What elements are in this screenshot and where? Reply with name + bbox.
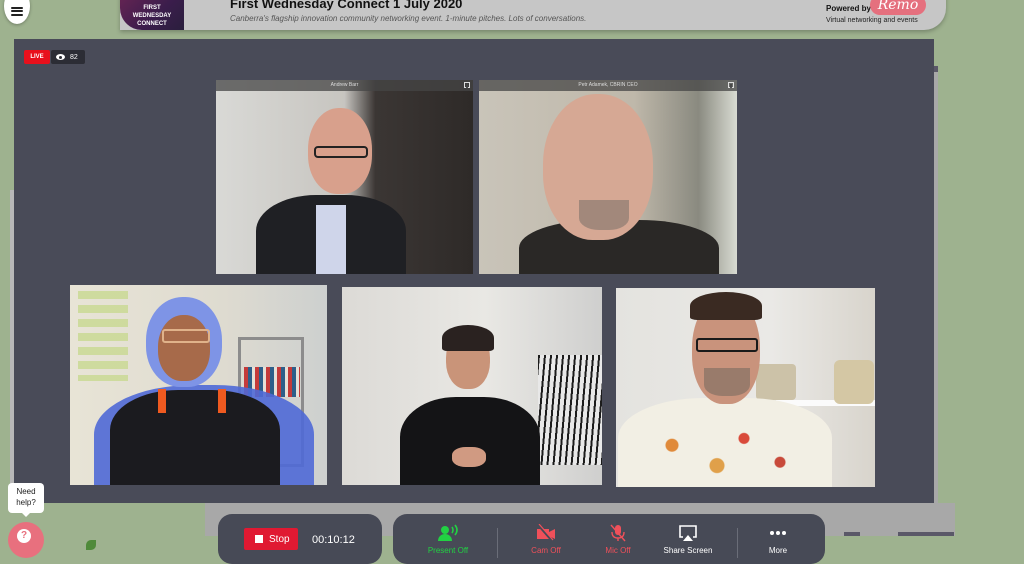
plant-decoration (86, 540, 96, 550)
video-feed (342, 287, 602, 485)
stage-notch (934, 66, 938, 72)
media-controls: Present Off Cam Off Mic Off Share Screen… (393, 514, 825, 564)
live-badge: LIVE (24, 50, 50, 64)
brand-tagline: Virtual networking and events (826, 17, 918, 24)
viewer-count: 82 (51, 50, 85, 64)
menu-button[interactable] (4, 0, 30, 24)
eye-icon (56, 54, 65, 60)
camera-toggle[interactable]: Cam Off (511, 524, 581, 555)
video-tile[interactable] (342, 287, 602, 485)
recording-controls: Stop 00:10:12 (218, 514, 382, 564)
camera-off-icon (511, 524, 581, 542)
mic-off-icon (583, 524, 653, 542)
video-feed (616, 288, 875, 487)
participant-name: Petr Adamek, CBRIN CEO (479, 80, 737, 91)
divider (497, 528, 498, 558)
hamburger-icon (11, 6, 23, 16)
video-tile[interactable]: Andrew Barr (216, 80, 473, 274)
viewer-count-value: 82 (70, 53, 78, 61)
event-banner: FIRST WEDNESDAY CONNECT First Wednesday … (120, 0, 946, 30)
more-icon (743, 524, 813, 542)
presentation-stage: LIVE 82 Andrew Barr Petr Adamek, CBRIN C… (14, 39, 934, 503)
fullscreen-icon[interactable] (464, 82, 470, 88)
share-screen-button[interactable]: Share Screen (653, 524, 723, 555)
more-button[interactable]: More (743, 524, 813, 555)
help-tooltip: Need help? (8, 483, 44, 517)
event-logo: FIRST WEDNESDAY CONNECT (120, 0, 184, 30)
video-tile[interactable] (616, 288, 875, 487)
remo-logo[interactable]: Remo (870, 0, 926, 15)
video-feed (70, 285, 327, 485)
stop-button[interactable]: Stop (244, 528, 298, 550)
presenter-icon (413, 524, 483, 542)
stage-edge-right (934, 67, 938, 507)
video-feed (216, 80, 473, 274)
help-button[interactable]: ? (8, 522, 44, 558)
video-feed (479, 80, 737, 274)
present-toggle[interactable]: Present Off (413, 524, 483, 555)
share-screen-icon (653, 524, 723, 542)
stop-icon (255, 535, 263, 543)
mic-toggle[interactable]: Mic Off (583, 524, 653, 555)
event-title: First Wednesday Connect 1 July 2020 (230, 0, 463, 11)
video-tile[interactable]: Petr Adamek, CBRIN CEO (479, 80, 737, 274)
fullscreen-icon[interactable] (728, 82, 734, 88)
elapsed-timer: 00:10:12 (312, 534, 355, 546)
ledge-mark (898, 532, 954, 536)
participant-name: Andrew Barr (216, 80, 473, 91)
question-icon: ? (17, 529, 31, 543)
event-subtitle: Canberra's flagship innovation community… (230, 14, 587, 23)
divider (737, 528, 738, 558)
video-tile[interactable] (70, 285, 327, 485)
ledge-mark (844, 532, 860, 536)
powered-by-label: Powered by (826, 4, 871, 13)
